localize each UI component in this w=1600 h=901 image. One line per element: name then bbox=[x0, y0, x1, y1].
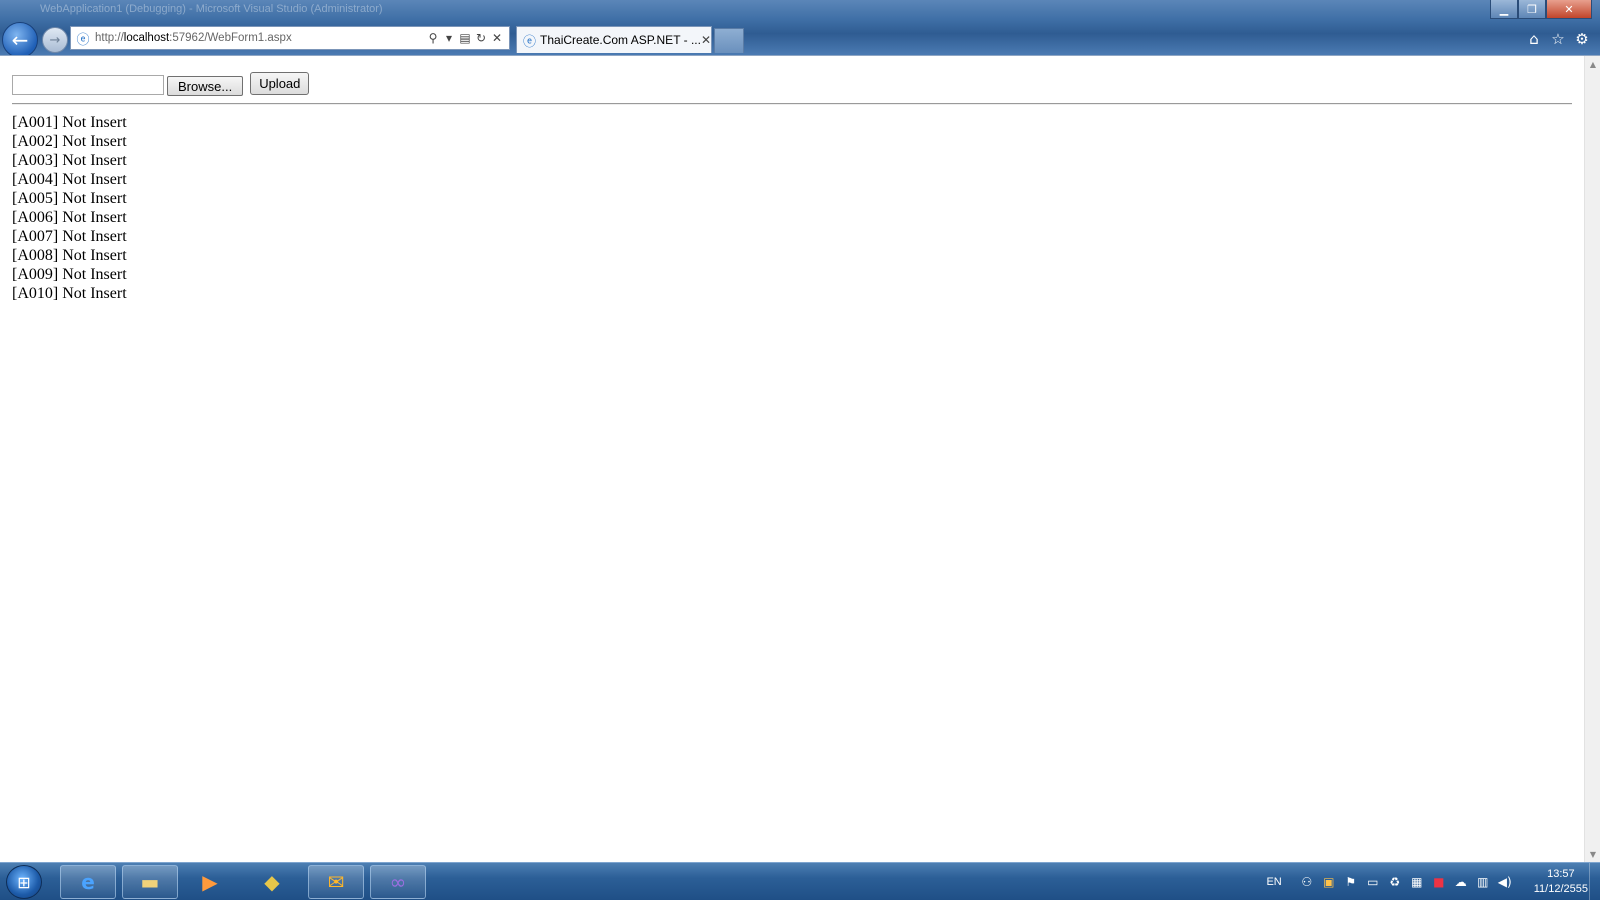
upload-button[interactable]: Upload bbox=[250, 71, 310, 95]
result-line: [A006] Not Insert bbox=[12, 209, 127, 226]
result-line: [A008] Not Insert bbox=[12, 247, 127, 264]
network-user-icon[interactable]: ⚇ bbox=[1296, 872, 1318, 892]
result-line: [A005] Not Insert bbox=[12, 190, 127, 207]
ie-page-icon: ⓔ bbox=[523, 34, 537, 50]
vertical-scrollbar[interactable]: ▲ ▼ bbox=[1584, 56, 1600, 862]
system-tray: EN ⚇ ▣ ⚑ ▭ ♻ ▦ ■ ☁ ▥ ◀) 13:57 11/12/2555 bbox=[1266, 863, 1588, 901]
ie-page-icon: ⓔ bbox=[76, 32, 90, 48]
network-icon[interactable]: ▥ bbox=[1472, 872, 1494, 892]
taskbar-app-media-player[interactable]: ▶ bbox=[182, 865, 238, 899]
result-line: [A003] Not Insert bbox=[12, 152, 127, 169]
media-player-icon: ▶ bbox=[202, 870, 218, 894]
stop-icon[interactable]: ✕ bbox=[489, 31, 505, 45]
url-rest: :57962/WebForm1.aspx bbox=[169, 32, 292, 44]
browse-button[interactable]: Browse... bbox=[167, 76, 244, 96]
result-line: [A002] Not Insert bbox=[12, 133, 127, 150]
taskbar-app-sql-server[interactable]: ◆ bbox=[244, 865, 300, 899]
address-url[interactable]: http://localhost:57962/WebForm1.aspx bbox=[95, 32, 425, 44]
windows-logo-icon: ⊞ bbox=[17, 872, 31, 892]
star-icon[interactable]: ☆ bbox=[1546, 28, 1570, 50]
taskbar: ⊞ e ▬ ▶ ◆ ✉ ∞ EN ⚇ ▣ ⚑ ▭ ♻ ▦ ■ ☁ ▥ ◀) 13… bbox=[0, 862, 1600, 901]
result-line: [A009] Not Insert bbox=[12, 266, 127, 283]
window-controls: ▁ ❐ ✕ bbox=[1490, 0, 1592, 19]
outlook-tray-icon[interactable]: ▣ bbox=[1318, 872, 1340, 892]
clock-date: 11/12/2555 bbox=[1533, 883, 1588, 895]
tab-close-icon[interactable]: ✕ bbox=[701, 33, 711, 47]
folder-icon: ▬ bbox=[140, 870, 160, 894]
language-indicator[interactable]: EN bbox=[1266, 876, 1281, 888]
internet-explorer-icon: e bbox=[81, 870, 95, 894]
result-line: [A007] Not Insert bbox=[12, 228, 127, 245]
taskbar-app-visual-studio[interactable]: ∞ bbox=[370, 865, 426, 899]
page-content: Browse... Upload [A001] Not Insert [A002… bbox=[0, 56, 1584, 862]
clock[interactable]: 13:57 11/12/2555 bbox=[1534, 867, 1588, 897]
sql-server-icon: ◆ bbox=[264, 870, 280, 894]
results-list: [A001] Not Insert [A002] Not Insert [A00… bbox=[12, 113, 127, 303]
taskbar-app-windows-explorer[interactable]: ▬ bbox=[122, 865, 178, 899]
cloud-icon[interactable]: ☁ bbox=[1450, 872, 1472, 892]
address-tools: ⚲ ▾ ▤ ↻ ✕ bbox=[425, 31, 505, 45]
compatibility-view-icon[interactable]: ▤ bbox=[457, 31, 473, 45]
browser-command-buttons: ⌂ ☆ ⚙ bbox=[1522, 28, 1594, 50]
scroll-down-icon[interactable]: ▼ bbox=[1585, 846, 1600, 862]
upload-form: Browse... Upload bbox=[12, 71, 310, 96]
dropdown-arrow-icon[interactable]: ▾ bbox=[441, 31, 457, 45]
title-bar: WebApplication1 (Debugging) - Microsoft … bbox=[0, 0, 1600, 58]
restore-button[interactable]: ❐ bbox=[1518, 0, 1546, 19]
visual-studio-icon: ∞ bbox=[389, 870, 407, 894]
minimize-button[interactable]: ▁ bbox=[1490, 0, 1518, 19]
result-line: [A004] Not Insert bbox=[12, 171, 127, 188]
forward-button[interactable]: → bbox=[42, 27, 68, 53]
scroll-up-icon[interactable]: ▲ bbox=[1585, 56, 1600, 72]
result-line: [A001] Not Insert bbox=[12, 114, 127, 131]
clock-time: 13:57 bbox=[1547, 868, 1575, 880]
address-bar[interactable]: ⓔ http://localhost:57962/WebForm1.aspx ⚲… bbox=[70, 26, 510, 50]
volume-icon[interactable]: ◀) bbox=[1494, 872, 1516, 892]
sync-icon[interactable]: ♻ bbox=[1384, 872, 1406, 892]
back-button[interactable]: ← bbox=[2, 22, 38, 58]
tab-label: ThaiCreate.Com ASP.NET - ... bbox=[540, 33, 701, 47]
new-tab-button[interactable] bbox=[714, 28, 744, 53]
start-button[interactable]: ⊞ bbox=[6, 865, 42, 899]
show-desktop-button[interactable] bbox=[1589, 863, 1600, 901]
monitor-icon[interactable]: ▭ bbox=[1362, 872, 1384, 892]
defender-icon[interactable]: ■ bbox=[1428, 872, 1450, 892]
taskbar-app-internet-explorer[interactable]: e bbox=[60, 865, 116, 899]
gear-icon[interactable]: ⚙ bbox=[1570, 28, 1594, 50]
horizontal-rule bbox=[12, 103, 1572, 105]
window-title: WebApplication1 (Debugging) - Microsoft … bbox=[40, 3, 383, 15]
result-line: [A010] Not Insert bbox=[12, 285, 127, 302]
search-icon[interactable]: ⚲ bbox=[425, 31, 441, 45]
url-host: localhost bbox=[123, 32, 170, 44]
home-icon[interactable]: ⌂ bbox=[1522, 28, 1546, 50]
taskbar-app-outlook[interactable]: ✉ bbox=[308, 865, 364, 899]
browser-window: WebApplication1 (Debugging) - Microsoft … bbox=[0, 0, 1600, 862]
forward-arrow-icon: → bbox=[49, 32, 61, 48]
action-center-flag-icon[interactable]: ⚑ bbox=[1340, 872, 1362, 892]
outlook-icon: ✉ bbox=[327, 870, 345, 894]
calendar-icon[interactable]: ▦ bbox=[1406, 872, 1428, 892]
back-arrow-icon: ← bbox=[11, 28, 29, 52]
refresh-icon[interactable]: ↻ bbox=[473, 31, 489, 45]
close-button[interactable]: ✕ bbox=[1546, 0, 1592, 19]
file-path-input[interactable] bbox=[12, 75, 164, 95]
url-prefix: http:// bbox=[95, 32, 124, 44]
tab-active[interactable]: ⓔ ThaiCreate.Com ASP.NET - ... ✕ bbox=[516, 26, 712, 53]
